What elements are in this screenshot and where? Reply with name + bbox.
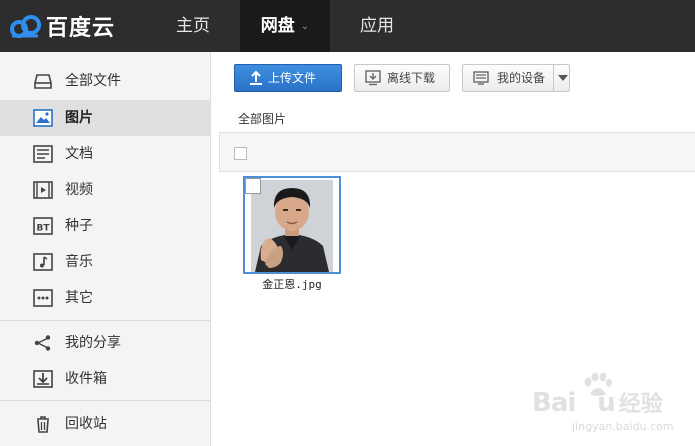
upload-icon	[250, 70, 262, 85]
image-icon	[33, 109, 53, 127]
sidebar-divider	[0, 320, 210, 321]
sidebar-item-documents[interactable]: 文档	[0, 136, 210, 172]
more-icon	[33, 289, 53, 307]
sidebar-item-label: 其它	[65, 290, 93, 306]
button-split-divider	[553, 65, 554, 91]
sidebar-item-label: 音乐	[65, 254, 93, 270]
sidebar-item-torrents[interactable]: BT 种子	[0, 208, 210, 244]
offline-download-button[interactable]: 离线下载	[354, 64, 450, 92]
bt-icon: BT	[33, 217, 53, 235]
trash-icon	[37, 416, 49, 433]
file-checkbox[interactable]	[245, 178, 261, 194]
watermark-brand-cn: 经验	[618, 392, 663, 417]
list-header	[219, 132, 695, 172]
sidebar-item-label: 收件箱	[65, 371, 107, 387]
file-name: 金正恩.jpg	[262, 278, 322, 291]
file-tile[interactable]: 金正恩.jpg	[243, 176, 341, 294]
sidebar-item-my-shares[interactable]: 我的分享	[0, 325, 210, 361]
sidebar-item-label: 图片	[65, 110, 93, 126]
sidebar-item-label: 文档	[65, 146, 93, 162]
toolbar: 上传文件 离线下载 我的设备	[212, 52, 695, 102]
watermark-url: jingyan.baidu.com	[572, 420, 674, 433]
cloud-logo-icon	[10, 15, 41, 38]
sidebar-item-recycle-bin[interactable]: 回收站	[0, 406, 210, 442]
bt-icon-text: BT	[37, 224, 51, 234]
sidebar-item-other[interactable]: 其它	[0, 280, 210, 316]
sidebar-item-inbox[interactable]: 收件箱	[0, 361, 210, 397]
device-icon	[473, 71, 489, 85]
baidu-cloud-logo[interactable]: 百度云	[8, 11, 115, 41]
drive-icon	[34, 74, 52, 89]
chevron-down-icon: ⌄	[300, 21, 310, 32]
nav-apps[interactable]: 应用	[344, 0, 410, 52]
video-icon	[33, 181, 53, 199]
sidebar-item-videos[interactable]: 视频	[0, 172, 210, 208]
select-all-checkbox[interactable]	[234, 147, 247, 160]
sidebar-item-label: 回收站	[65, 416, 107, 432]
watermark-brand-latin: Bai	[532, 388, 576, 418]
music-icon	[33, 253, 53, 271]
nav-netdisk[interactable]: 网盘 ⌄	[240, 0, 330, 52]
offline-download-icon	[365, 70, 381, 86]
sidebar-item-label: 全部文件	[65, 73, 121, 89]
top-nav-bar: 百度云 主页 网盘 ⌄ 应用	[0, 0, 695, 52]
sidebar-item-all-files[interactable]: 全部文件	[0, 63, 210, 99]
share-icon	[34, 335, 51, 351]
logo-text: 百度云	[46, 16, 116, 41]
document-icon	[33, 145, 53, 163]
sidebar-item-images[interactable]: 图片	[0, 100, 210, 136]
inbox-icon	[33, 370, 53, 388]
baidu-jingyan-watermark: Bai u 经验 jingyan.baidu.com	[530, 372, 690, 442]
sidebar-item-label: 种子	[65, 218, 93, 234]
upload-file-button[interactable]: 上传文件	[234, 64, 342, 92]
watermark-brand: Bai u 经验	[532, 386, 663, 418]
sidebar-item-label: 我的分享	[65, 335, 121, 351]
sidebar: 全部文件 图片 文档 视频 BT 种子 音乐 其它 我的分享 收件箱 回收站	[0, 52, 211, 446]
breadcrumb: 全部图片	[238, 112, 287, 126]
watermark-brand-latin2: u	[597, 388, 615, 418]
offline-download-label: 离线下载	[387, 71, 436, 85]
nav-netdisk-label: 网盘	[260, 16, 295, 36]
dropdown-arrow-icon[interactable]	[558, 75, 568, 81]
my-devices-label: 我的设备	[497, 71, 546, 85]
sidebar-item-label: 视频	[65, 182, 93, 198]
sidebar-item-music[interactable]: 音乐	[0, 244, 210, 280]
my-devices-button[interactable]: 我的设备	[462, 64, 570, 92]
portrait-photo	[251, 180, 333, 272]
sidebar-divider	[0, 400, 210, 401]
nav-home[interactable]: 主页	[160, 0, 226, 52]
upload-file-label: 上传文件	[268, 71, 317, 85]
